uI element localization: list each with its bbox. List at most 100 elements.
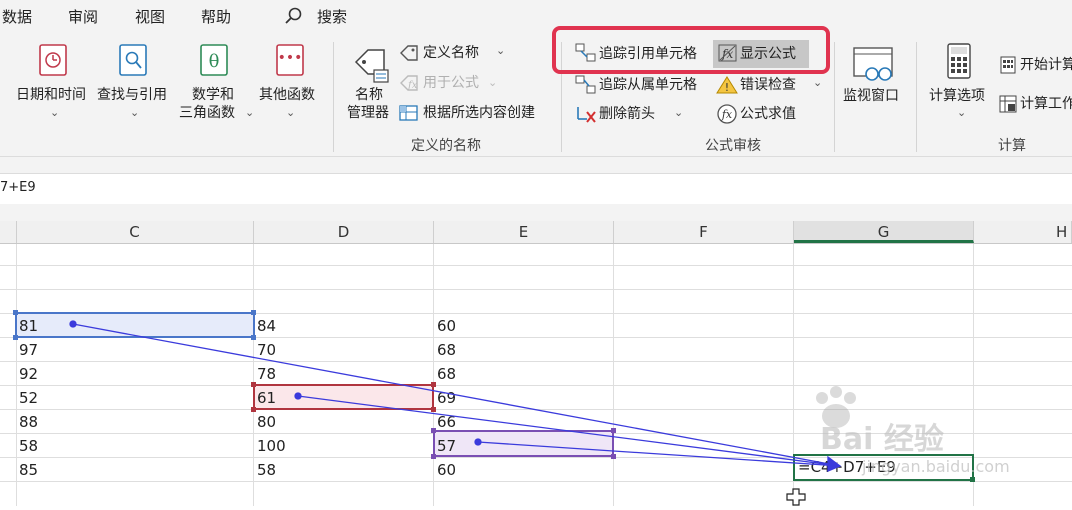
define-name-button[interactable]: 定义名称 — [423, 44, 479, 62]
chevron-down-icon[interactable]: ⌄ — [496, 44, 505, 57]
chevron-down-icon[interactable]: ⌄ — [488, 76, 497, 89]
ribbon-spacer — [0, 157, 1072, 173]
chevron-down-icon[interactable]: ⌄ — [674, 106, 683, 119]
create-from-selection-button[interactable]: 根据所选内容创建 — [423, 104, 535, 122]
lookup-icon[interactable] — [118, 42, 148, 82]
chevron-down-icon[interactable]: ⌄ — [130, 106, 139, 119]
svg-text:θ: θ — [209, 51, 220, 72]
ribbon: 日期和时间 ⌄ 查找与引用 ⌄ θ 数学和 三角函数 ⌄ ••• 其他函数 ⌄ … — [0, 26, 1072, 157]
error-checking-button[interactable]: 错误检查 — [740, 76, 796, 94]
more-functions-button[interactable]: 其他函数 — [259, 86, 315, 104]
column-header-b[interactable] — [0, 221, 17, 243]
trace-dependents-button[interactable]: 追踪从属单元格 — [599, 76, 697, 94]
calc-now-button[interactable]: 开始计算 — [1020, 56, 1072, 74]
calc-sheet-icon — [999, 95, 1017, 117]
cell-d9[interactable]: 100 — [254, 435, 286, 457]
cell-d10[interactable]: 58 — [254, 459, 276, 481]
tab-review[interactable]: 审阅 — [68, 6, 98, 27]
column-headers: C D E F G H — [0, 221, 1072, 244]
precedent-range-d7 — [253, 384, 434, 410]
cell-d7[interactable]: 61 — [254, 387, 276, 409]
trace-dependents-icon — [575, 74, 597, 100]
watermark-text: Bai 经验 — [820, 422, 944, 457]
calculator-icon[interactable] — [946, 42, 972, 84]
cell-d5[interactable]: 70 — [254, 339, 276, 361]
name-manager-icon[interactable] — [350, 44, 390, 88]
date-time-icon[interactable] — [38, 42, 68, 82]
search-icon[interactable] — [283, 6, 303, 30]
formula-bar-text[interactable]: 7+E9 — [0, 180, 36, 195]
remove-arrows-button[interactable]: 删除箭头 — [599, 105, 655, 123]
range-handle — [611, 428, 616, 433]
show-formulas-label[interactable]: 显示公式 — [740, 45, 796, 63]
cell-d4[interactable]: 84 — [254, 315, 276, 337]
chevron-down-icon[interactable]: ⌄ — [957, 106, 966, 119]
formula-auditing-group-label: 公式审核 — [705, 138, 761, 154]
tab-help[interactable]: 帮助 — [201, 6, 231, 27]
name-manager-line2[interactable]: 管理器 — [347, 104, 389, 122]
cell-e10[interactable]: 60 — [434, 459, 456, 481]
worksheet-grid[interactable]: 81 97 92 52 88 58 85 84 70 78 61 80 100 … — [0, 244, 1072, 506]
watch-window-button[interactable]: 监视窗口 — [843, 87, 899, 105]
formula-bar[interactable]: 7+E9 — [0, 173, 1072, 205]
math-line1[interactable]: 数学和 — [192, 86, 234, 104]
column-header-d[interactable]: D — [254, 221, 434, 243]
cell-c5[interactable]: 97 — [16, 339, 38, 361]
evaluate-formula-button[interactable]: 公式求值 — [740, 105, 796, 123]
fill-handle[interactable] — [970, 477, 975, 482]
cell-c6[interactable]: 92 — [16, 363, 38, 385]
math-trig-icon[interactable]: θ — [199, 42, 229, 82]
column-header-c[interactable]: C — [16, 221, 254, 243]
group-separator — [834, 42, 835, 152]
svg-text:!: ! — [725, 81, 729, 94]
search-label[interactable]: 搜索 — [317, 6, 347, 27]
group-separator — [916, 42, 917, 152]
group-separator — [333, 42, 334, 152]
column-header-f[interactable]: F — [614, 221, 794, 243]
range-handle — [611, 454, 616, 459]
lookup-button[interactable]: 查找与引用 — [97, 86, 167, 104]
cell-e9[interactable]: 57 — [434, 435, 456, 457]
cell-e7[interactable]: 69 — [434, 387, 456, 409]
svg-text:fx: fx — [407, 80, 418, 91]
precedent-range-c4 — [15, 312, 255, 338]
cell-d8[interactable]: 80 — [254, 411, 276, 433]
name-manager-line1[interactable]: 名称 — [355, 86, 383, 104]
cell-e6[interactable]: 68 — [434, 363, 456, 385]
chevron-down-icon[interactable]: ⌄ — [50, 106, 59, 119]
calc-sheet-button[interactable]: 计算工作表 — [1020, 95, 1072, 113]
chevron-down-icon[interactable]: ⌄ — [286, 106, 295, 119]
calc-options-button[interactable]: 计算选项 — [929, 87, 985, 105]
cell-e4[interactable]: 60 — [434, 315, 456, 337]
chevron-down-icon[interactable]: ⌄ — [245, 106, 254, 119]
tab-view[interactable]: 视图 — [135, 6, 165, 27]
precedent-range-e9 — [433, 430, 614, 457]
column-header-e[interactable]: E — [434, 221, 614, 243]
cell-cursor-icon — [786, 488, 808, 510]
cell-c10[interactable]: 85 — [16, 459, 38, 481]
trace-precedents-button[interactable]: 追踪引用单元格 — [599, 45, 697, 63]
math-line2[interactable]: 三角函数 — [179, 104, 235, 122]
cell-c8[interactable]: 88 — [16, 411, 38, 433]
calc-now-icon — [999, 56, 1017, 78]
tab-data[interactable]: 数据 — [2, 6, 32, 27]
tag-icon — [399, 44, 419, 66]
cell-c4[interactable]: 81 — [16, 315, 38, 337]
trace-precedents-icon — [575, 42, 597, 68]
cell-e5[interactable]: 68 — [434, 339, 456, 361]
cell-c7[interactable]: 52 — [16, 387, 38, 409]
use-in-formula-button[interactable]: 用于公式 — [423, 74, 479, 92]
column-header-g[interactable]: G — [794, 221, 974, 243]
use-in-formula-icon: fx — [399, 74, 419, 96]
cell-e8[interactable]: 66 — [434, 411, 456, 433]
chevron-down-icon[interactable]: ⌄ — [813, 76, 822, 89]
svg-text:•••: ••• — [278, 50, 303, 66]
calculation-group-label: 计算 — [998, 138, 1026, 154]
date-time-button[interactable]: 日期和时间 — [16, 86, 86, 104]
cell-d6[interactable]: 78 — [254, 363, 276, 385]
watch-window-icon[interactable] — [852, 46, 896, 88]
cell-c9[interactable]: 58 — [16, 435, 38, 457]
more-functions-icon[interactable]: ••• — [275, 42, 305, 82]
column-header-h[interactable]: H — [974, 221, 1072, 243]
formula-bar-spacer — [0, 204, 1072, 221]
